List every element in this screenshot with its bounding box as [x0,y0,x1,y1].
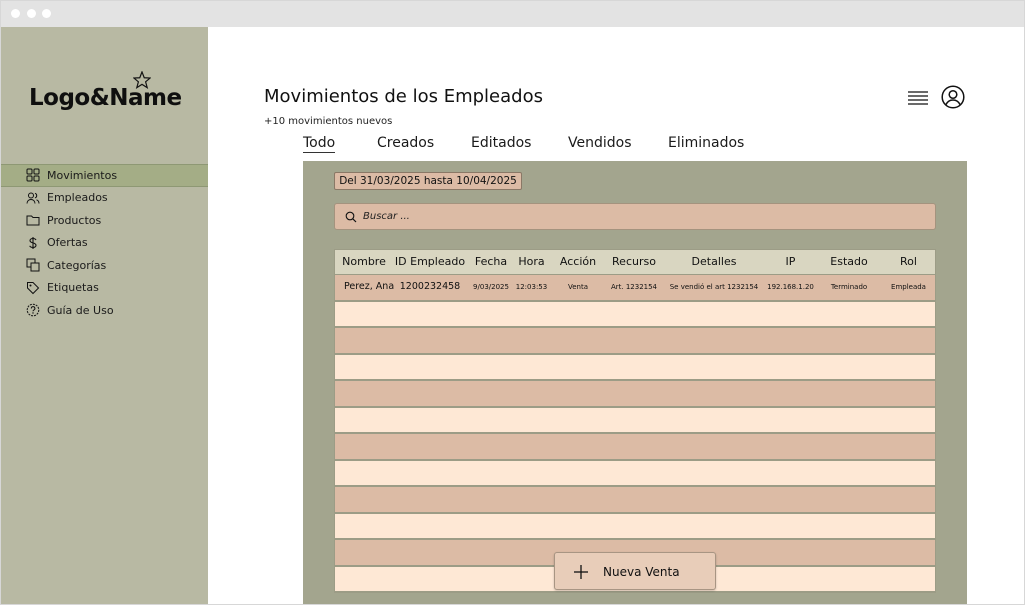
new-sale-button[interactable]: Nueva Venta [554,552,716,590]
users-icon [26,191,40,205]
folder-icon [26,213,40,227]
column-header[interactable]: Fecha [467,250,515,274]
tab-eliminados[interactable]: Eliminados [668,135,744,151]
sidebar-item-productos[interactable]: Productos [1,209,208,232]
table-cell: 12:03:53 [515,283,548,291]
table-row[interactable] [334,407,936,434]
tab-creados[interactable]: Creados [377,135,434,151]
sidebar-item-label: Guía de Uso [47,303,114,317]
window-close-dot[interactable] [11,9,20,18]
sidebar-item-label: Productos [47,213,102,227]
column-header[interactable]: Hora [510,250,553,274]
window-minimize-dot[interactable] [27,9,36,18]
table-header: Nombre ID Empleado Fecha Hora Acción Recurso D… [334,249,936,275]
search-box[interactable]: Buscar ... [334,203,936,230]
table-row[interactable] [334,434,936,461]
table-cell: 9/03/2025 [473,283,509,291]
star-icon [133,71,151,89]
table-row[interactable] [334,354,936,381]
search-input[interactable]: Buscar ... [363,211,410,222]
sidebar: Logo&Name Movimientos Empleados Producto… [1,27,208,604]
sidebar-item-guia-de-uso[interactable]: Guía de Uso [1,299,208,322]
tab-editados[interactable]: Editados [471,135,531,151]
page-title: Movimientos de los Empleados [264,86,543,107]
table-body: Perez, Ana 1200232458 9/03/2025 12:03:53 Ven… [334,275,936,593]
tag-icon [26,281,40,295]
logo: Logo&Name [29,85,182,111]
table-cell: 1200232458 [399,281,461,292]
table-row[interactable] [334,487,936,514]
sidebar-item-label: Categorías [47,258,107,272]
table-cell: Venta [567,283,589,291]
table-cell: Art. 1232154 [610,283,658,291]
search-icon [345,211,357,222]
sidebar-item-categorias[interactable]: Categorías [1,254,208,277]
table-cell: Terminado [830,283,868,291]
copy-icon [26,258,40,272]
menu-icon[interactable] [907,90,929,106]
plus-icon [574,565,588,579]
column-header[interactable]: IP [763,250,818,274]
table-cell: Se vendió el art 1232154 [669,283,759,291]
sidebar-item-movimientos[interactable]: Movimientos [1,164,208,187]
new-movements-count: +10 movimientos nuevos [264,116,393,127]
table-cell: Perez, Ana [344,281,395,292]
grid-icon [26,168,40,182]
column-header[interactable]: Acción [553,250,603,274]
new-sale-label: Nueva Venta [603,565,680,579]
table-cell: 192.168.1.20 [767,283,814,291]
movements-table: Nombre ID Empleado Fecha Hora Acción Recurso D… [334,249,936,593]
table-row[interactable] [334,460,936,487]
tab-todo[interactable]: Todo [303,135,336,153]
sidebar-item-label: Etiquetas [47,281,99,295]
sidebar-nav: Movimientos Empleados Productos Ofertas … [1,164,208,322]
sidebar-item-label: Ofertas [47,236,88,250]
sidebar-item-ofertas[interactable]: Ofertas [1,232,208,255]
sidebar-item-empleados[interactable]: Empleados [1,187,208,210]
column-header[interactable]: Nombre [335,250,393,274]
user-icon[interactable] [941,85,965,109]
table-row[interactable] [334,381,936,408]
column-header[interactable]: Recurso [603,250,665,274]
column-header[interactable]: Detalles [665,250,763,274]
sidebar-item-label: Movimientos [47,168,118,182]
tab-vendidos[interactable]: Vendidos [568,135,632,151]
date-range-filter[interactable]: Del 31/03/2025 hasta 10/04/2025 [334,172,522,190]
window-title-bar [0,0,1025,27]
table-row[interactable]: Perez, Ana 1200232458 9/03/2025 12:03:53 Ven… [334,275,936,302]
help-icon [26,303,40,317]
window-maximize-dot[interactable] [42,9,51,18]
table-row[interactable] [334,513,936,540]
column-header[interactable]: Estado [818,250,880,274]
table-row[interactable] [334,328,936,355]
sidebar-item-etiquetas[interactable]: Etiquetas [1,277,208,300]
sidebar-item-label: Empleados [47,191,108,205]
column-header[interactable]: ID Empleado [393,250,467,274]
dollar-icon [26,236,40,250]
table-row[interactable] [334,301,936,328]
table-cell: Empleada [891,283,926,291]
movements-panel: Del 31/03/2025 hasta 10/04/2025 Buscar .… [303,161,967,604]
column-header[interactable]: Rol [880,250,937,274]
